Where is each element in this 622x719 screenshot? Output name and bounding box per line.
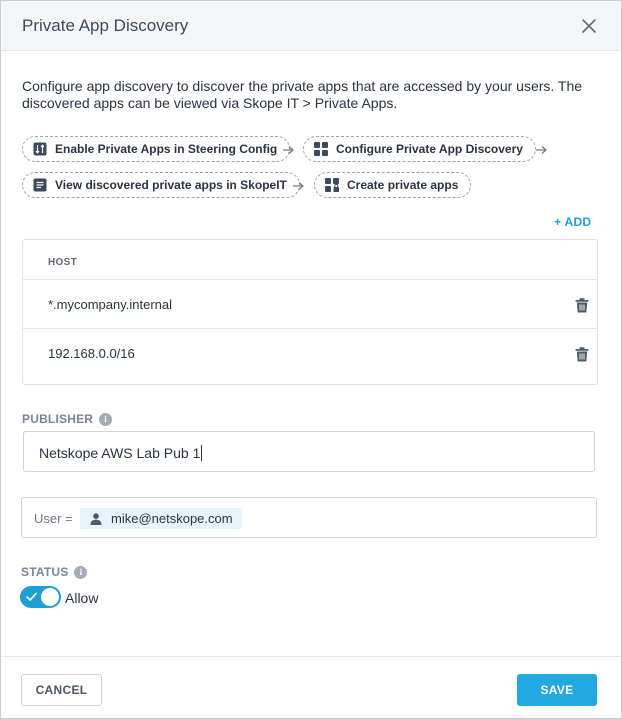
cancel-button[interactable]: CANCEL — [21, 674, 102, 706]
text-caret — [201, 445, 203, 461]
step-configure-discovery[interactable]: Configure Private App Discovery — [303, 136, 536, 162]
user-tag[interactable]: mike@netskope.com — [80, 508, 242, 529]
toggle-knob — [41, 588, 59, 606]
private-app-discovery-dialog: Private App Discovery Configure app disc… — [0, 0, 622, 719]
steering-icon — [33, 142, 47, 156]
host-table: HOST *.mycompany.internal 192.168.0.0/16 — [22, 239, 598, 385]
trash-icon[interactable] — [575, 298, 589, 313]
step-create-private-apps[interactable]: Create private apps — [314, 172, 472, 198]
user-tag-value: mike@netskope.com — [111, 511, 233, 526]
step-view-discovered-apps[interactable]: View discovered private apps in SkopeIT — [22, 172, 300, 198]
arrow-right-icon — [283, 146, 294, 154]
info-icon[interactable]: i — [99, 412, 113, 426]
app-lock-icon — [325, 178, 339, 192]
user-criteria-field[interactable]: User = mike@netskope.com — [21, 497, 597, 538]
arrow-right-icon — [293, 182, 304, 190]
close-icon[interactable] — [578, 15, 600, 37]
host-cell: 192.168.0.0/16 — [48, 346, 135, 361]
criteria-key: User = — [34, 511, 73, 526]
step-enable-private-apps[interactable]: Enable Private Apps in Steering Config — [22, 136, 291, 162]
host-column-header: HOST — [48, 257, 77, 268]
check-icon — [26, 592, 37, 601]
step-label: Configure Private App Discovery — [336, 142, 523, 156]
footer-divider — [1, 656, 621, 657]
step-label: View discovered private apps in SkopeIT — [55, 178, 287, 192]
save-button[interactable]: SAVE — [517, 674, 597, 706]
host-cell: *.mycompany.internal — [48, 297, 173, 312]
status-toggle[interactable] — [20, 586, 61, 608]
table-row: *.mycompany.internal — [23, 279, 597, 328]
grid-icon — [314, 142, 328, 156]
person-icon — [90, 512, 102, 525]
arrow-right-icon — [536, 146, 547, 154]
publisher-label-text: PUBLISHER — [22, 412, 94, 426]
publisher-label: PUBLISHER i — [22, 412, 113, 426]
dialog-description: Configure app discovery to discover the … — [22, 78, 583, 111]
table-row: 192.168.0.0/16 — [23, 328, 597, 377]
toggle-label: Allow — [65, 590, 99, 606]
step-label: Create private apps — [347, 178, 459, 192]
publisher-value: Netskope AWS Lab Pub 1 — [39, 445, 203, 461]
add-host-link[interactable]: + ADD — [554, 215, 591, 229]
trash-icon[interactable] — [575, 347, 589, 362]
document-icon — [33, 178, 47, 192]
dialog-header: Private App Discovery — [1, 1, 621, 51]
publisher-input[interactable]: Netskope AWS Lab Pub 1 — [23, 431, 595, 472]
dialog-title: Private App Discovery — [22, 16, 189, 35]
step-label: Enable Private Apps in Steering Config — [55, 142, 278, 156]
info-icon[interactable]: i — [74, 565, 88, 579]
status-label-text: STATUS — [21, 565, 69, 579]
status-label: STATUS i — [21, 565, 88, 579]
